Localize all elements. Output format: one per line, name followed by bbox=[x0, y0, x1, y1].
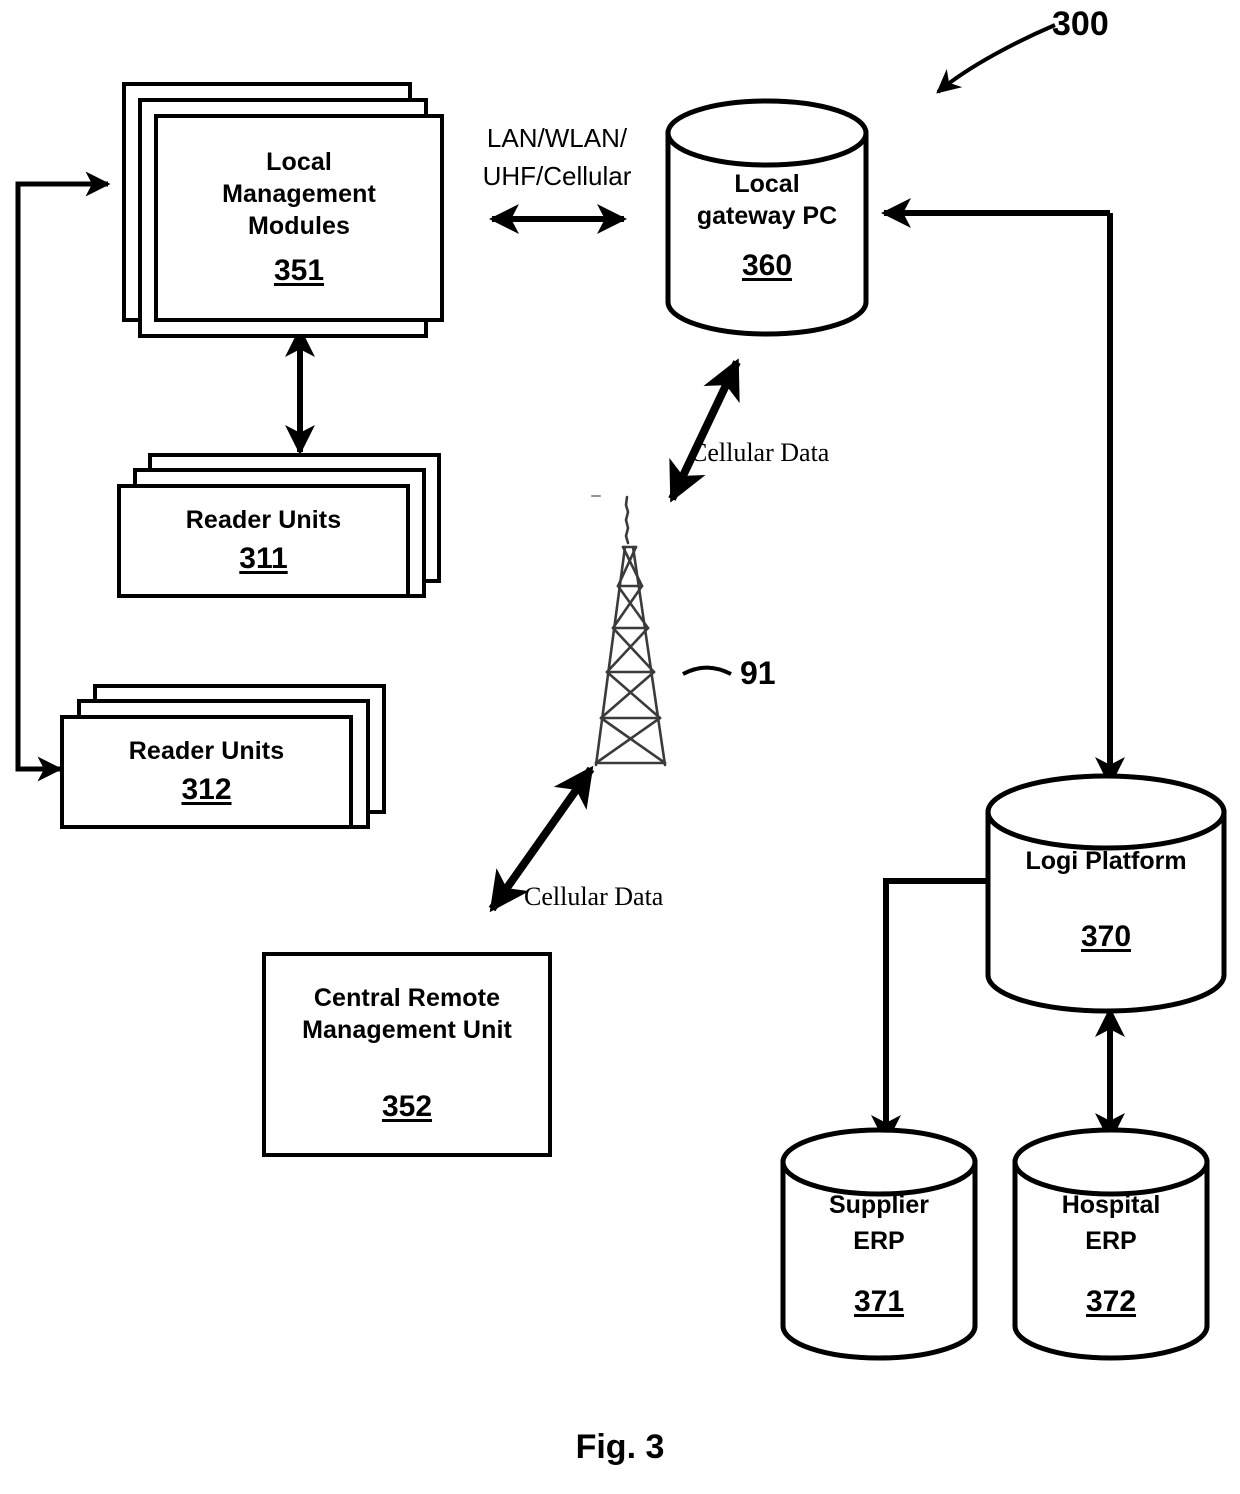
hospital-erp-shape bbox=[1012, 1127, 1210, 1361]
cell-tower-ref-91: 91 bbox=[740, 655, 776, 691]
crmu-ref: 352 bbox=[381, 1090, 433, 1124]
hospital-label: Hospital ERP bbox=[1061, 1190, 1161, 1255]
lmm-ref: 351 bbox=[273, 253, 325, 287]
cellular-data-lower-annotation: Cellular Data bbox=[524, 882, 664, 911]
left-feedback-bus bbox=[15, 181, 108, 772]
hospital-erp[interactable]: Hospital ERP 372 bbox=[1015, 1180, 1207, 1326]
supplier-erp-shape bbox=[780, 1127, 978, 1361]
cell-tower-icon bbox=[591, 495, 667, 767]
arrow-gateway-tower-cellular bbox=[668, 358, 741, 503]
local-gateway-pc-shape bbox=[665, 98, 869, 337]
logi-label: Logi Platform bbox=[1025, 846, 1187, 875]
lan-wlan-annotation: LAN/WLAN/ UHF/Cellular bbox=[482, 123, 632, 191]
tower-ref-leader bbox=[682, 665, 732, 676]
lmm-front-panel[interactable]: Local Management Modules 351 bbox=[154, 114, 444, 322]
supplier-ref: 371 bbox=[853, 1285, 905, 1319]
supplier-erp[interactable]: Supplier ERP 371 bbox=[783, 1180, 975, 1326]
hospital-ref: 372 bbox=[1085, 1285, 1137, 1319]
crmu-label: Central Remote Management Unit bbox=[302, 984, 512, 1045]
cellular-data-upper-annotation: Cellular Data bbox=[690, 438, 830, 467]
ru311-front-panel[interactable]: Reader Units 311 bbox=[117, 484, 410, 598]
ru311-ref: 311 bbox=[239, 541, 288, 575]
ru311-label: Reader Units bbox=[185, 505, 342, 534]
supplier-label: Supplier ERP bbox=[828, 1190, 929, 1255]
local-gateway-pc[interactable]: Local gateway PC 360 bbox=[668, 150, 866, 300]
patent-figure-3: Local Management Modules 351 Reader Unit… bbox=[0, 0, 1240, 1494]
logi-platform-shape bbox=[985, 773, 1227, 1014]
figure-caption: Fig. 3 bbox=[575, 1428, 665, 1466]
ru312-label: Reader Units bbox=[128, 736, 285, 765]
system-ref-300: 300 bbox=[1052, 5, 1109, 43]
ru312-ref: 312 bbox=[181, 772, 232, 806]
ru312-front-panel[interactable]: Reader Units 312 bbox=[60, 715, 353, 829]
gateway-ref: 360 bbox=[741, 248, 793, 282]
logi-ref: 370 bbox=[1080, 919, 1132, 953]
central-remote-management-unit[interactable]: Central Remote Management Unit 352 bbox=[262, 952, 552, 1157]
logi-supplier-path bbox=[883, 878, 984, 1130]
lmm-label: Local Management Modules bbox=[222, 147, 376, 240]
gateway-label: Local gateway PC bbox=[696, 169, 838, 231]
logi-platform[interactable]: Logi Platform 370 bbox=[988, 830, 1224, 970]
system-ref-leader-arrow bbox=[936, 23, 1056, 94]
